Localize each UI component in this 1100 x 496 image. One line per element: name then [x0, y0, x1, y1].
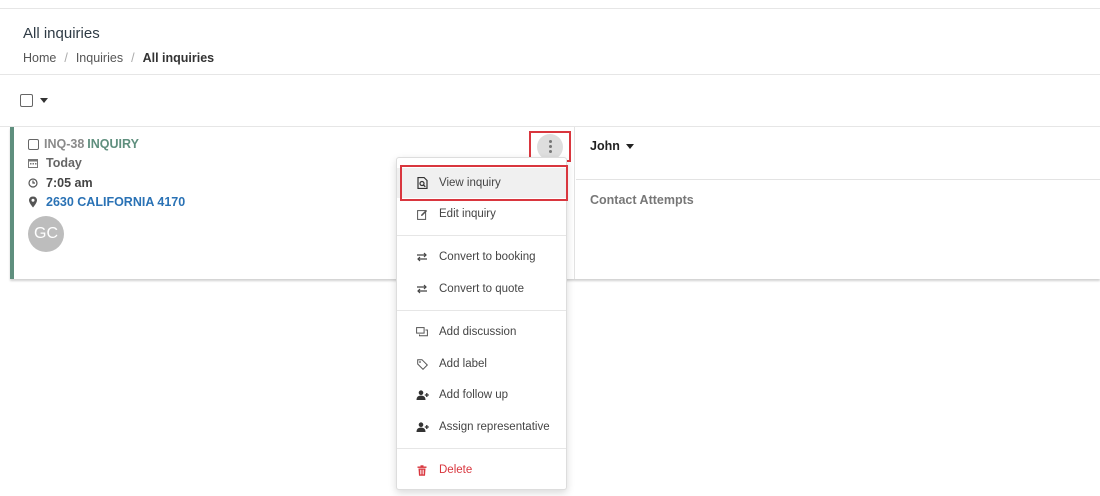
menu-item-convert-quote[interactable]: Convert to quote [397, 274, 566, 304]
representative-dropdown[interactable]: John [590, 139, 634, 153]
breadcrumb-current: All inquiries [142, 51, 215, 65]
breadcrumb-home[interactable]: Home [23, 51, 56, 65]
chevron-down-icon [625, 143, 634, 149]
swap-icon [415, 284, 429, 294]
menu-item-label: Add follow up [439, 389, 509, 401]
menu-item-label: Assign representative [439, 421, 550, 433]
inquiry-header-row: INQ-38 INQUIRY [28, 137, 139, 151]
menu-separator [397, 235, 566, 236]
map-pin-icon [28, 196, 42, 208]
representative-name: John [590, 139, 620, 153]
view-doc-icon [415, 177, 429, 189]
top-border [0, 8, 1100, 9]
menu-item-label: Convert to booking [439, 251, 536, 263]
menu-item-label: Add label [439, 358, 487, 370]
inquiry-id[interactable]: INQ-38 [44, 137, 84, 151]
discussion-icon [415, 326, 429, 338]
calendar-icon [28, 158, 42, 168]
breadcrumb-inquiries[interactable]: Inquiries [76, 51, 123, 65]
chevron-down-icon[interactable] [40, 98, 48, 103]
contact-attempts-label: Contact Attempts [590, 193, 694, 207]
menu-item-view-inquiry[interactable]: View inquiry [397, 168, 566, 198]
tag-icon [415, 358, 429, 370]
user-plus-icon [415, 390, 429, 400]
menu-item-add-follow-up[interactable]: Add follow up [397, 380, 566, 410]
swap-icon [415, 252, 429, 262]
menu-separator [397, 310, 566, 311]
edit-icon [415, 209, 429, 220]
inquiry-date-row: Today [28, 156, 82, 170]
menu-item-add-label[interactable]: Add label [397, 349, 566, 379]
menu-item-label: View inquiry [439, 177, 501, 189]
breadcrumb-separator: / [64, 51, 68, 65]
breadcrumb: Home / Inquiries / All inquiries [23, 51, 214, 65]
menu-item-edit-inquiry[interactable]: Edit inquiry [397, 199, 566, 229]
avatar: GC [28, 216, 64, 252]
breadcrumb-separator: / [131, 51, 135, 65]
bulk-select[interactable] [20, 94, 48, 107]
inquiry-address-row: 2630 CALIFORNIA 4170 [28, 195, 185, 209]
details-divider [576, 179, 1100, 180]
menu-item-add-discussion[interactable]: Add discussion [397, 317, 566, 347]
menu-item-assign-representative[interactable]: Assign representative [397, 412, 566, 442]
menu-item-label: Edit inquiry [439, 208, 496, 220]
trash-icon [415, 464, 429, 476]
menu-item-label: Convert to quote [439, 283, 525, 295]
inquiry-date: Today [46, 156, 82, 170]
menu-item-label: Delete [439, 464, 473, 476]
menu-item-convert-booking[interactable]: Convert to booking [397, 242, 566, 272]
inquiry-time: 7:05 am [46, 176, 93, 190]
inquiry-actions-menu: View inquiry Edit inquiry Convert to boo… [396, 157, 568, 490]
menu-item-delete[interactable]: Delete [397, 455, 566, 485]
inquiry-type: INQUIRY [87, 137, 139, 151]
inquiry-time-row: 7:05 am [28, 176, 93, 190]
menu-item-label: Add discussion [439, 326, 517, 338]
inquiry-checkbox[interactable] [28, 138, 39, 150]
inquiry-address-link[interactable]: 2630 CALIFORNIA 4170 [46, 195, 185, 209]
page-title: All inquiries [23, 25, 100, 42]
header-divider [0, 74, 1100, 75]
user-plus-icon [415, 422, 429, 432]
clock-icon [28, 178, 42, 188]
select-all-checkbox[interactable] [20, 94, 33, 107]
menu-separator [397, 448, 566, 449]
more-vertical-icon[interactable] [537, 133, 563, 160]
